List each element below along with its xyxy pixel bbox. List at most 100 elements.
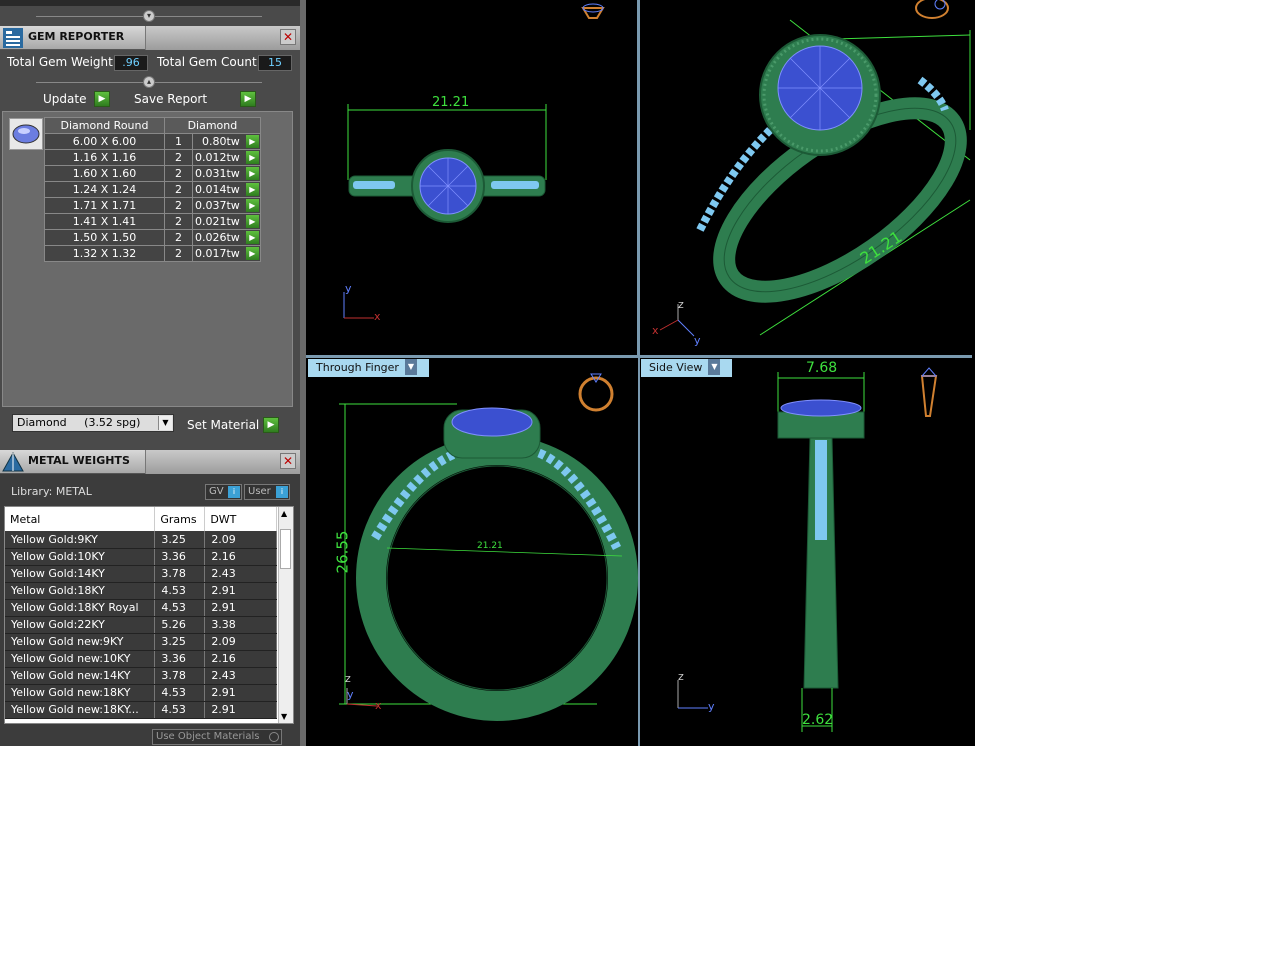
library-label: Library: METAL <box>11 485 92 498</box>
gem-weight-value: 0.021tw <box>195 215 240 228</box>
set-material-button[interactable]: Set Material <box>187 417 267 433</box>
mini-ring-icon <box>578 373 614 412</box>
metal-row[interactable]: Yellow Gold new:18KY... 4.53 2.91 <box>5 701 277 719</box>
gem-count: 2 <box>164 149 193 166</box>
left-panel: ▾ GEM REPORTER ✕ Total Gem Weight .96 To… <box>0 0 300 746</box>
gem-row[interactable]: 1.60 X 1.60 2 0.031tw ▶ <box>44 165 261 182</box>
dimension-height: 26.55 <box>333 530 352 574</box>
gem-count: 2 <box>164 245 193 262</box>
gv-toggle[interactable]: GV i <box>205 484 242 500</box>
axis-z-label: z <box>345 672 351 685</box>
viewport-top[interactable]: 21.21 y x <box>307 0 638 355</box>
metal-grams: 3.36 <box>154 548 206 566</box>
top-toolbar-strip <box>0 0 300 6</box>
metal-grams: 4.53 <box>154 599 206 617</box>
viewport-side-view[interactable]: Side View ▼ 7.68 2.62 z y <box>640 358 971 746</box>
scroll-up-icon[interactable]: ▲ <box>281 509 287 518</box>
info-icon: i <box>276 486 288 498</box>
gem-count: 2 <box>164 197 193 214</box>
gem-size: 1.50 X 1.50 <box>44 229 165 246</box>
metal-row[interactable]: Yellow Gold:14KY 3.78 2.43 <box>5 565 277 583</box>
viewport-perspective[interactable]: 21.21 z x y <box>640 0 971 355</box>
set-material-label: Set Material <box>187 418 260 432</box>
close-icon[interactable]: ✕ <box>280 453 296 469</box>
axis-y-label: y <box>708 700 715 713</box>
use-object-materials-toggle[interactable]: Use Object Materials <box>152 729 282 745</box>
material-select[interactable]: Diamond (3.52 spg) ▼ <box>12 414 174 432</box>
gem-reporter-titlebar[interactable]: GEM REPORTER ✕ <box>0 26 300 50</box>
grams-column-header[interactable]: Grams <box>154 507 206 531</box>
dimension-inner: 21.21 <box>477 541 503 551</box>
metal-row[interactable]: Yellow Gold new:9KY 3.25 2.09 <box>5 633 277 651</box>
gem-size: 1.41 X 1.41 <box>44 213 165 230</box>
update-play-icon[interactable]: ▶ <box>94 91 110 107</box>
mini-ring-icon <box>915 0 949 19</box>
gem-type-header: Diamond <box>164 117 261 134</box>
axis-x-label: x <box>374 310 381 323</box>
metal-row[interactable]: Yellow Gold:18KY Royal 4.53 2.91 <box>5 599 277 617</box>
save-report-label: Save Report <box>134 92 208 106</box>
metal-grams: 4.53 <box>154 684 206 702</box>
gem-row[interactable]: 1.16 X 1.16 2 0.012tw ▶ <box>44 149 261 166</box>
viewport-through-finger[interactable]: Through Finger ▼ 26.55 21.21 z y x <box>307 358 638 746</box>
info-icon: i <box>228 486 240 498</box>
app-window: ▾ GEM REPORTER ✕ Total Gem Weight .96 To… <box>0 0 975 746</box>
play-icon[interactable]: ▶ <box>245 135 259 148</box>
axis-y-label: y <box>347 688 354 701</box>
metal-row[interactable]: Yellow Gold new:18KY 4.53 2.91 <box>5 684 277 702</box>
metal-row[interactable]: Yellow Gold:22KY 5.26 3.38 <box>5 616 277 634</box>
gem-thumbnail[interactable] <box>9 118 43 150</box>
metal-table-wrap[interactable]: Metal Grams DWT Yellow Gold:9KY 3.25 2.09 Y… <box>4 506 294 724</box>
gem-row[interactable]: 1.24 X 1.24 2 0.014tw ▶ <box>44 181 261 198</box>
metal-row[interactable]: Yellow Gold new:14KY 3.78 2.43 <box>5 667 277 685</box>
gem-row[interactable]: 1.71 X 1.71 2 0.037tw ▶ <box>44 197 261 214</box>
gem-row[interactable]: 6.00 X 6.00 1 0.80tw ▶ <box>44 133 261 150</box>
user-toggle[interactable]: User i <box>244 484 290 500</box>
collapse-knob-icon[interactable]: ▴ <box>143 76 155 88</box>
axis-x-label: x <box>652 324 659 337</box>
view-selector[interactable]: Through Finger ▼ <box>308 359 429 377</box>
gem-weight: 0.017tw ▶ <box>192 245 261 262</box>
save-report-button[interactable]: Save Report <box>134 91 244 107</box>
gem-row[interactable]: 1.50 X 1.50 2 0.026tw ▶ <box>44 229 261 246</box>
chevron-down-icon: ▼ <box>708 359 721 375</box>
metal-row[interactable]: Yellow Gold new:10KY 3.36 2.16 <box>5 650 277 668</box>
save-report-play-icon[interactable]: ▶ <box>240 91 256 107</box>
dwt-column-header[interactable]: DWT <box>204 507 277 531</box>
metal-weights-titlebar[interactable]: METAL WEIGHTS ✕ <box>0 450 300 474</box>
play-icon[interactable]: ▶ <box>245 167 259 180</box>
total-gem-weight-value: .96 <box>114 55 148 71</box>
update-label: Update <box>43 92 87 106</box>
metal-row[interactable]: Yellow Gold:18KY 4.53 2.91 <box>5 582 277 600</box>
metal-column-header[interactable]: Metal <box>5 507 156 531</box>
play-icon[interactable]: ▶ <box>245 199 259 212</box>
close-icon[interactable]: ✕ <box>280 29 296 45</box>
set-material-play-icon[interactable]: ▶ <box>263 417 279 433</box>
gem-weight-value: 0.017tw <box>195 247 240 260</box>
metal-dwt: 2.91 <box>204 701 277 719</box>
gv-label: GV <box>209 486 224 497</box>
play-icon[interactable]: ▶ <box>245 183 259 196</box>
gem-table-header: Diamond Round Diamond <box>44 117 261 134</box>
gem-row[interactable]: 1.41 X 1.41 2 0.021tw ▶ <box>44 213 261 230</box>
scroll-down-icon[interactable]: ▼ <box>281 712 287 721</box>
gem-reporter-title: GEM REPORTER <box>28 30 125 43</box>
panel-splitter[interactable] <box>300 0 306 746</box>
metal-name: Yellow Gold new:18KY... <box>5 701 156 719</box>
scroll-thumb[interactable] <box>280 529 291 569</box>
play-icon[interactable]: ▶ <box>245 215 259 228</box>
collapse-knob-icon[interactable]: ▾ <box>143 10 155 22</box>
metal-name: Yellow Gold:22KY <box>5 616 156 634</box>
axis-z-label: z <box>678 298 684 311</box>
gem-count: 1 <box>164 133 193 150</box>
metal-row[interactable]: Yellow Gold:9KY 3.25 2.09 <box>5 531 277 549</box>
metal-scrollbar[interactable]: ▲ ▼ <box>278 507 293 723</box>
view-selector[interactable]: Side View ▼ <box>641 359 733 377</box>
play-icon[interactable]: ▶ <box>245 247 259 260</box>
gem-count: 2 <box>164 229 193 246</box>
metal-row[interactable]: Yellow Gold:10KY 3.36 2.16 <box>5 548 277 566</box>
play-icon[interactable]: ▶ <box>245 231 259 244</box>
play-icon[interactable]: ▶ <box>245 151 259 164</box>
chevron-down-icon: ▼ <box>158 416 172 430</box>
gem-row[interactable]: 1.32 X 1.32 2 0.017tw ▶ <box>44 245 261 262</box>
